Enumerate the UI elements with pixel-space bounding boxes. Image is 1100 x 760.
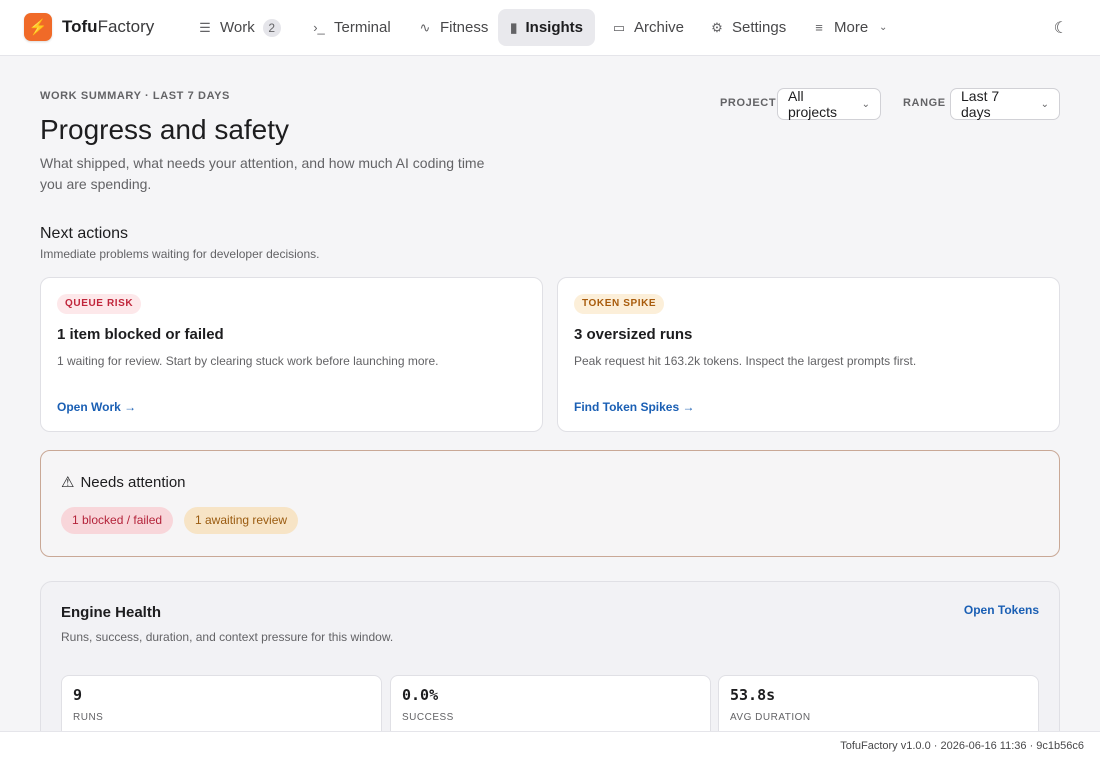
stat-label: RUNS	[73, 712, 104, 723]
nav-item-label: More	[834, 19, 869, 36]
top-nav: ⚡ TofuFactory ☰ Work 2 ›_ Terminal ∿ Fit…	[0, 0, 1100, 56]
version-info: TofuFactory v1.0.0 · 2026-06-16 11:36 · …	[840, 740, 1084, 752]
project-filter-label: PROJECT	[720, 97, 777, 109]
count-badge: 2	[262, 18, 281, 37]
nav-item-label: Insights	[525, 19, 583, 36]
nav-item-archive[interactable]: ▭ Archive	[600, 9, 696, 46]
card-description: Peak request hit 163.2k tokens. Inspect …	[574, 354, 917, 368]
stat-value: 0.0%	[402, 686, 439, 704]
action-card-token-spike: TOKEN SPIKE 3 oversized runs Peak reques…	[557, 277, 1060, 432]
menu-icon: ≡	[815, 20, 823, 35]
card-title: 1 item blocked or failed	[57, 326, 224, 343]
stat-label: SUCCESS	[402, 712, 454, 723]
gear-icon: ⚙	[711, 19, 723, 35]
list-icon: ☰	[199, 19, 211, 35]
warning-icon: ⚠	[61, 474, 75, 491]
nav-item-label: Settings	[732, 19, 787, 36]
stat-value: 9	[73, 686, 83, 704]
needs-attention-panel: ⚠ Needs attention 1 blocked / failed 1 a…	[40, 450, 1060, 557]
nav-item-insights[interactable]: ▮ Insights	[498, 9, 595, 46]
awaiting-review-chip[interactable]: 1 awaiting review	[184, 507, 299, 534]
attention-title-text: Needs attention	[80, 473, 186, 491]
terminal-icon: ›_	[313, 20, 325, 35]
attention-title: ⚠ Needs attention	[61, 473, 186, 492]
nav-item-label: Archive	[634, 19, 685, 36]
chevron-down-icon: ⌄	[878, 22, 888, 33]
section-title-next-actions: Next actions	[40, 225, 129, 242]
bar-chart-icon: ▮	[510, 19, 518, 35]
project-select-value: All projects	[788, 88, 838, 120]
chevron-down-icon: ⌄	[861, 98, 870, 110]
archive-icon: ▭	[612, 19, 626, 35]
footer: TofuFactory v1.0.0 · 2026-06-16 11:36 · …	[0, 731, 1100, 760]
blocked-failed-chip[interactable]: 1 blocked / failed	[61, 507, 174, 534]
open-tokens-link[interactable]: Open Tokens	[964, 603, 1039, 617]
pulse-icon: ∿	[419, 19, 431, 35]
nav-item-settings[interactable]: ⚙ Settings	[698, 9, 798, 46]
brand-name: TofuFactory	[62, 17, 155, 36]
nav-item-fitness[interactable]: ∿ Fitness	[406, 9, 500, 46]
nav-item-label: Work	[220, 19, 255, 36]
page-title: Progress and safety	[40, 114, 290, 145]
stat-label: AVG DURATION	[730, 712, 811, 723]
brand[interactable]: ⚡ TofuFactory	[24, 13, 154, 41]
stat-value: 53.8s	[730, 686, 776, 704]
range-select[interactable]: Last 7 days ⌄	[950, 88, 1060, 120]
nav-item-label: Terminal	[334, 19, 391, 36]
find-token-spikes-link[interactable]: Find Token Spikes →	[574, 400, 694, 414]
engine-health-title: Engine Health	[61, 604, 162, 621]
bolt-icon: ⚡	[24, 13, 52, 41]
page-eyebrow: WORK SUMMARY · LAST 7 DAYS	[40, 90, 230, 102]
tag-token-spike: TOKEN SPIKE	[574, 294, 665, 314]
range-filter-label: RANGE	[903, 97, 946, 109]
action-card-queue-risk: QUEUE RISK 1 item blocked or failed 1 wa…	[40, 277, 543, 432]
chevron-down-icon: ⌄	[1040, 98, 1049, 110]
nav-item-more[interactable]: ≡ More ⌄	[800, 9, 902, 46]
open-work-link[interactable]: Open Work →	[57, 400, 136, 414]
nav-item-terminal[interactable]: ›_ Terminal	[300, 9, 403, 46]
section-subtitle-next-actions: Immediate problems waiting for developer…	[40, 247, 320, 261]
range-select-value: Last 7 days	[961, 88, 1000, 120]
nav-item-label: Fitness	[440, 19, 489, 36]
project-select[interactable]: All projects ⌄	[777, 88, 881, 120]
tag-queue-risk: QUEUE RISK	[57, 294, 142, 314]
engine-health-subtitle: Runs, success, duration, and context pre…	[61, 630, 394, 644]
card-description: 1 waiting for review. Start by clearing …	[57, 354, 439, 368]
card-title: 3 oversized runs	[574, 326, 693, 343]
nav-item-work[interactable]: ☰ Work 2	[186, 9, 293, 46]
page-subtitle: What shipped, what needs your attention,…	[40, 155, 485, 192]
moon-icon[interactable]: ☾	[1054, 18, 1068, 38]
